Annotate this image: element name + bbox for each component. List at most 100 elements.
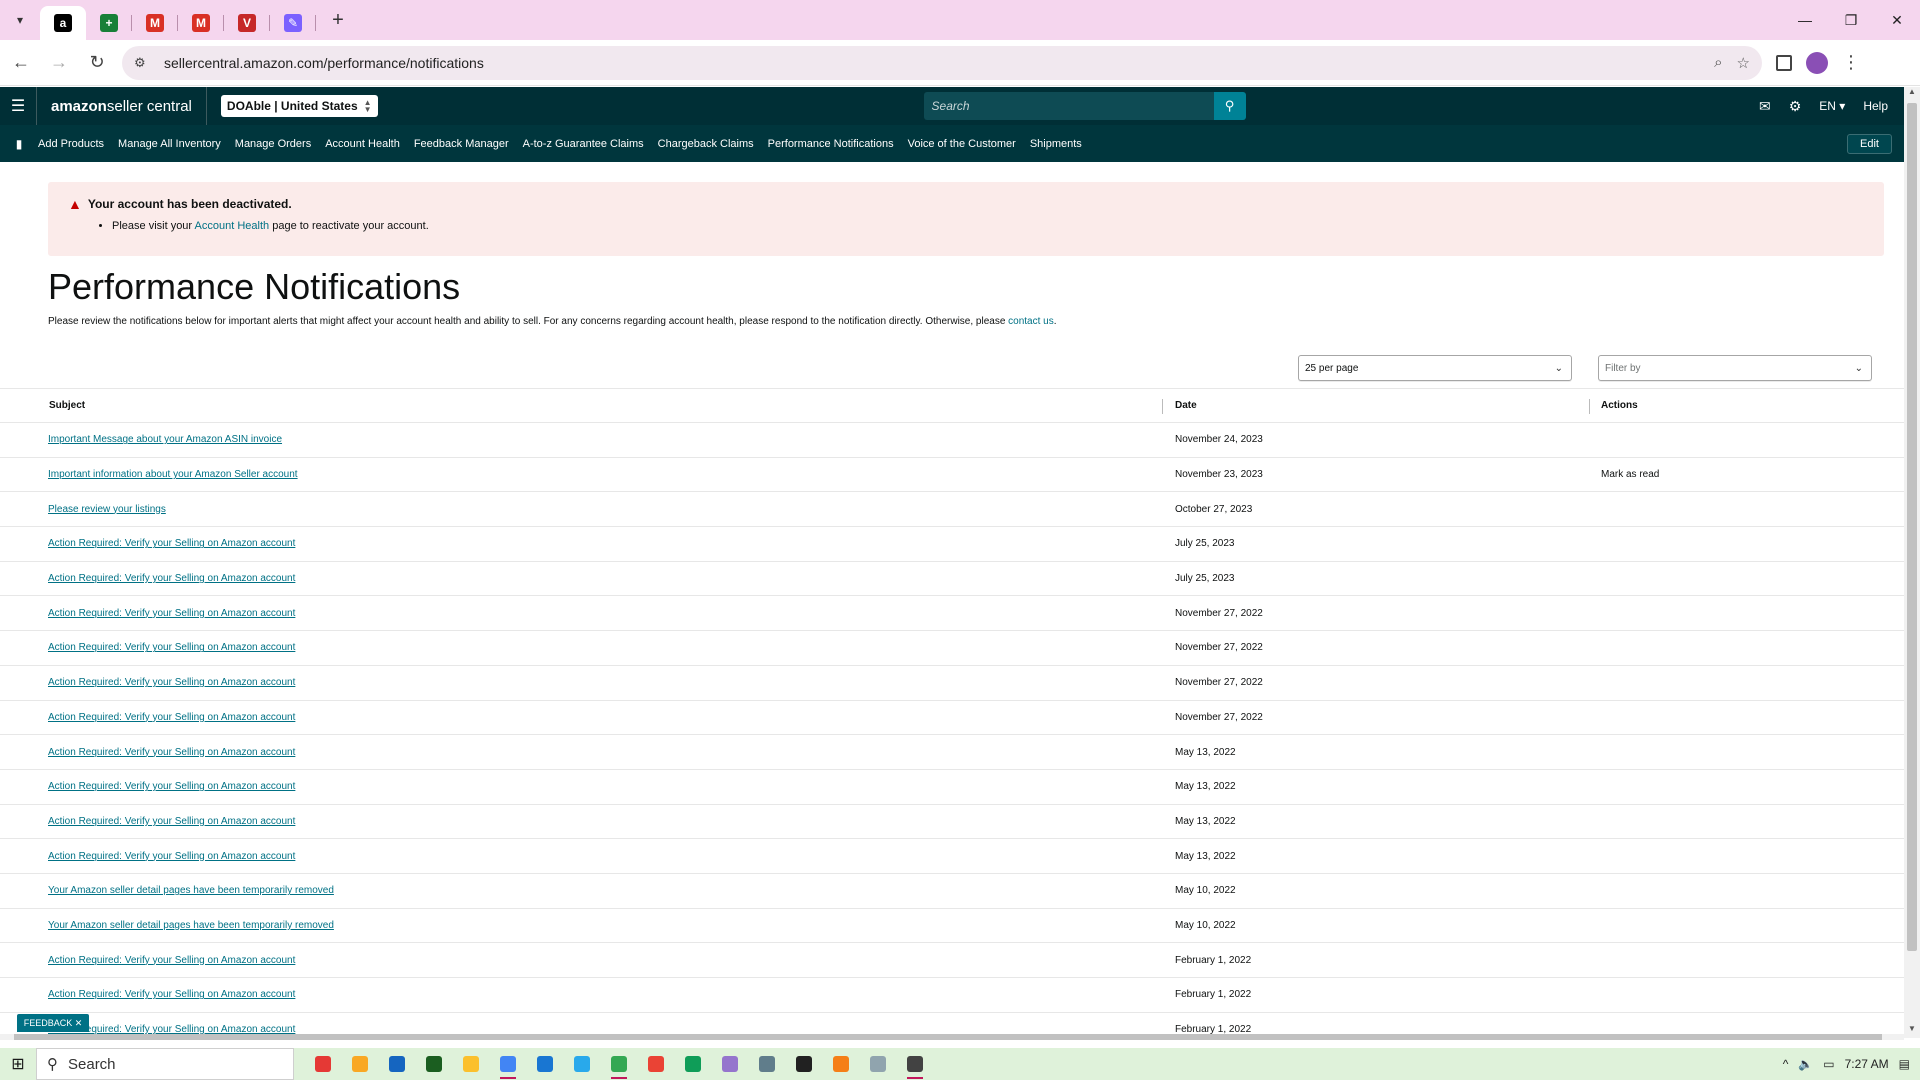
notification-subject-link[interactable]: Action Required: Verify your Selling on … [48,851,295,862]
seller-central-logo[interactable]: amazon seller central [36,87,207,125]
nav-item-shipments[interactable]: Shipments [1030,138,1082,150]
nav-item-chargeback-claims[interactable]: Chargeback Claims [658,138,754,150]
hamburger-menu-icon[interactable]: ☰ [0,96,36,116]
table-row: Action Required: Verify your Selling on … [0,943,1904,978]
zoom-icon[interactable]: ⌕ [1714,54,1722,72]
bookmark-icon[interactable]: ▮ [0,137,38,151]
taskbar-app-icon[interactable] [458,1051,484,1077]
mail-icon[interactable]: ✉ [1759,98,1771,115]
nav-item-add-products[interactable]: Add Products [38,138,104,150]
taskbar-app-icon[interactable] [310,1051,336,1077]
profile-avatar[interactable] [1806,51,1828,74]
bookmark-star-icon[interactable]: ☆ [1737,54,1750,72]
header-subject[interactable]: Subject [49,400,85,411]
edit-nav-button[interactable]: Edit [1847,133,1892,154]
browser-tab-gmail-1[interactable]: M [132,6,178,40]
site-info-icon[interactable]: ⚙ [134,55,154,71]
notification-subject-link[interactable]: Action Required: Verify your Selling on … [48,747,295,758]
language-selector[interactable]: EN ▾ [1819,99,1845,113]
notification-subject-link[interactable]: Action Required: Verify your Selling on … [48,677,295,688]
nav-item-voice-of-the-customer[interactable]: Voice of the Customer [908,138,1016,150]
taskbar-app-icon[interactable] [828,1051,854,1077]
browser-tab-amazon[interactable]: a [40,6,86,40]
nav-item-a-to-z-guarantee-claims[interactable]: A-to-z Guarantee Claims [523,138,644,150]
nav-item-manage-orders[interactable]: Manage Orders [235,138,311,150]
taskbar-app-icon[interactable] [680,1051,706,1077]
minimize-button[interactable]: — [1782,0,1828,40]
tab-search-dropdown-icon[interactable]: ▾ [0,0,40,40]
taskbar-app-icon[interactable] [791,1051,817,1077]
notification-subject-link[interactable]: Action Required: Verify your Selling on … [48,712,295,723]
side-panel-icon[interactable] [1776,54,1792,71]
account-health-link[interactable]: Account Health [195,220,270,232]
help-link[interactable]: Help [1863,99,1888,113]
taskbar-app-icon[interactable] [569,1051,595,1077]
vertical-scrollbar[interactable]: ▲ ▼ [1904,87,1920,1038]
feedback-button[interactable]: FEEDBACK ✕ [17,1014,89,1032]
notification-subject-link[interactable]: Action Required: Verify your Selling on … [48,816,295,827]
taskbar-app-icon[interactable] [347,1051,373,1077]
contact-us-link[interactable]: contact us [1008,316,1054,327]
forward-button[interactable]: → [42,46,76,80]
browser-tab-gmail-2[interactable]: M [178,6,224,40]
notification-subject-link[interactable]: Action Required: Verify your Selling on … [48,642,295,653]
mark-as-read-link[interactable]: Mark as read [1601,469,1659,480]
nav-item-manage-all-inventory[interactable]: Manage All Inventory [118,138,221,150]
scroll-thumb[interactable] [1907,103,1917,951]
taskbar-app-icon[interactable] [902,1051,928,1079]
notification-subject-link[interactable]: Action Required: Verify your Selling on … [48,955,295,966]
header-search-input[interactable]: Search [923,92,1214,120]
app-icon [389,1056,405,1072]
notification-subject-link[interactable]: Your Amazon seller detail pages have bee… [48,885,334,896]
battery-icon[interactable]: ▭ [1823,1057,1834,1071]
volume-icon[interactable]: 🔈 [1798,1057,1813,1071]
nav-item-account-health[interactable]: Account Health [325,138,400,150]
notification-subject-link[interactable]: Action Required: Verify your Selling on … [48,781,295,792]
taskbar-app-icon[interactable] [384,1051,410,1077]
nav-item-performance-notifications[interactable]: Performance Notifications [768,138,894,150]
notification-subject-link[interactable]: Action Required: Verify your Selling on … [48,573,295,584]
taskbar-app-icon[interactable] [643,1051,669,1077]
gear-icon[interactable]: ⚙ [1789,98,1802,115]
browser-tab-tab-edit[interactable]: ✎ [270,6,316,40]
address-bar[interactable]: ⚙ sellercentral.amazon.com/performance/n… [122,45,1762,80]
browser-tab-sheets[interactable]: + [86,6,132,40]
notification-subject-link[interactable]: Action Required: Verify your Selling on … [48,608,295,619]
account-selector[interactable]: DOAble | United States ▲ ▼ [220,95,378,117]
table-row: Action Required: Verify your Selling on … [0,978,1904,1013]
close-window-button[interactable]: ✕ [1874,0,1920,40]
clock[interactable]: 7:27 AM [1845,1057,1889,1071]
notification-subject-link[interactable]: Important Message about your Amazon ASIN… [48,434,282,445]
notification-subject-link[interactable]: Action Required: Verify your Selling on … [48,989,295,1000]
notification-subject-link[interactable]: Your Amazon seller detail pages have bee… [48,920,334,931]
browser-tab-tab-v[interactable]: V [224,6,270,40]
reload-button[interactable]: ↻ [80,46,114,80]
taskbar-app-icon[interactable] [421,1051,447,1077]
search-icon[interactable]: ⚲ [1213,92,1246,120]
per-page-select[interactable]: 25 per page ⌄ [1298,355,1572,381]
taskbar-app-icon[interactable] [606,1051,632,1079]
back-button[interactable]: ← [4,46,38,80]
new-tab-button[interactable]: + [320,2,356,38]
horizontal-scrollbar[interactable] [0,1034,1904,1040]
nav-item-feedback-manager[interactable]: Feedback Manager [414,138,509,150]
header-date[interactable]: Date [1175,400,1197,411]
filter-by-select[interactable]: Filter by ⌄ [1598,355,1872,381]
taskbar-app-icon[interactable] [495,1051,521,1079]
taskbar-app-icon[interactable] [754,1051,780,1077]
hscroll-thumb[interactable] [14,1034,1882,1040]
chevron-up-icon[interactable]: ^ [1783,1057,1789,1071]
restore-button[interactable]: ❐ [1828,0,1874,40]
notifications-icon[interactable]: ▤ [1899,1057,1910,1071]
taskbar-search[interactable]: ⚲ Search [36,1048,294,1080]
taskbar-app-icon[interactable] [532,1051,558,1077]
notification-subject-link[interactable]: Important information about your Amazon … [48,469,298,480]
scroll-down-icon[interactable]: ▼ [1904,1024,1920,1038]
notification-subject-link[interactable]: Please review your listings [48,504,166,515]
browser-menu-icon[interactable]: ⋮ [1842,52,1860,73]
taskbar-app-icon[interactable] [865,1051,891,1077]
windows-start-icon[interactable]: ⊞ [0,1054,36,1074]
notification-subject-link[interactable]: Action Required: Verify your Selling on … [48,538,295,549]
scroll-up-icon[interactable]: ▲ [1904,87,1920,101]
taskbar-app-icon[interactable] [717,1051,743,1077]
